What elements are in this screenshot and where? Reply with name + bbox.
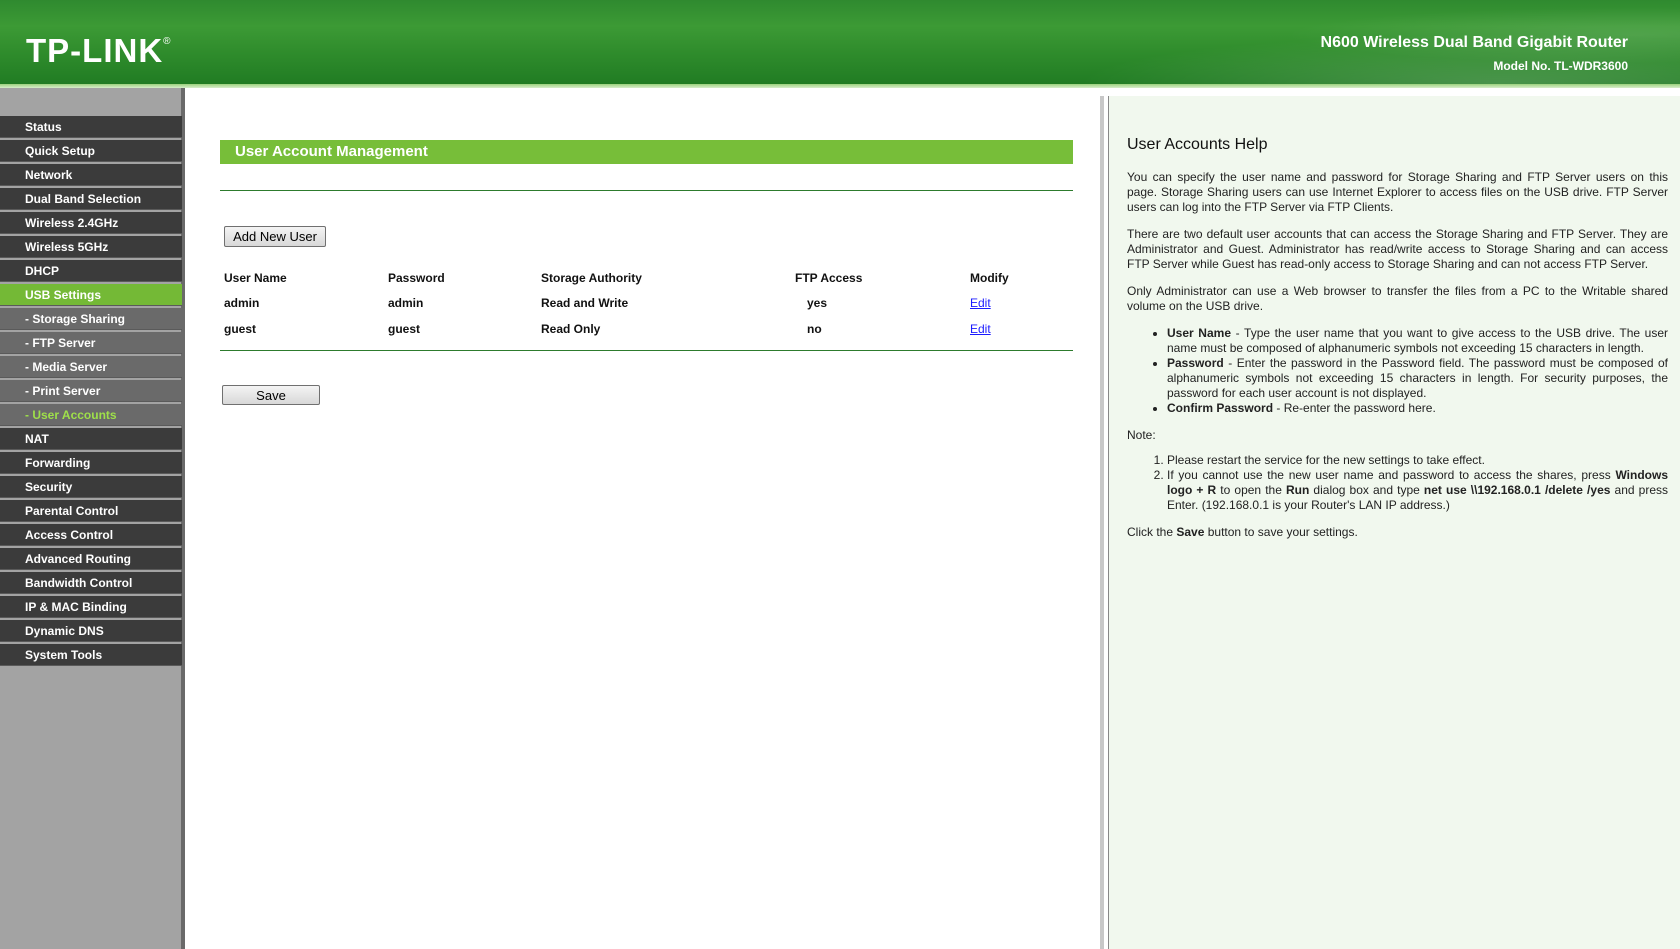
sidebar-item-user-accounts[interactable]: - User Accounts xyxy=(0,404,182,426)
main-content: User Account Management Add New User Use… xyxy=(189,96,1104,949)
table-row: admin admin Read and Write yes Edit xyxy=(224,290,1050,316)
cell-password: guest xyxy=(388,322,421,336)
user-accounts-table: User Name Password Storage Authority FTP… xyxy=(224,266,1050,342)
sidebar-item-usb-settings[interactable]: USB Settings xyxy=(0,284,182,306)
help-note-label: Note: xyxy=(1127,428,1156,442)
cell-user-name: guest xyxy=(224,322,257,336)
sidebar-item-access-control[interactable]: Access Control xyxy=(0,524,182,546)
sidebar-item-storage-sharing[interactable]: - Storage Sharing xyxy=(0,308,182,330)
sidebar-item-quick-setup[interactable]: Quick Setup xyxy=(0,140,182,162)
sidebar-item-bandwidth-control[interactable]: Bandwidth Control xyxy=(0,572,182,594)
page-title: User Account Management xyxy=(220,140,1073,164)
column-header-storage-authority: Storage Authority xyxy=(541,271,642,285)
column-header-modify: Modify xyxy=(970,271,1009,285)
divider-top xyxy=(220,190,1073,191)
help-note-list: Please restart the service for the new s… xyxy=(1127,453,1668,513)
sidebar-item-wireless-5ghz[interactable]: Wireless 5GHz xyxy=(0,236,182,258)
sidebar-item-advanced-routing[interactable]: Advanced Routing xyxy=(0,548,182,570)
help-field-item: User Name - Type the user name that you … xyxy=(1167,326,1668,356)
sidebar-item-forwarding[interactable]: Forwarding xyxy=(0,452,182,474)
cell-user-name: admin xyxy=(224,296,260,310)
sidebar-item-print-server[interactable]: - Print Server xyxy=(0,380,182,402)
header-banner: TP-LINK® N600 Wireless Dual Band Gigabit… xyxy=(0,0,1680,88)
sidebar-item-nat[interactable]: NAT xyxy=(0,428,182,450)
help-note-item: Please restart the service for the new s… xyxy=(1167,453,1668,468)
sidebar-item-ip-mac-binding[interactable]: IP & MAC Binding xyxy=(0,596,182,618)
sidebar-menu: Status Quick Setup Network Dual Band Sel… xyxy=(0,88,185,949)
add-new-user-button[interactable]: Add New User xyxy=(224,226,326,247)
cell-storage-authority: Read and Write xyxy=(541,296,629,310)
help-paragraph: There are two default user accounts that… xyxy=(1127,227,1668,271)
help-field-item: Password - Enter the password in the Pas… xyxy=(1167,356,1668,401)
edit-user-link[interactable]: Edit xyxy=(970,296,991,310)
header-divider xyxy=(0,84,1680,88)
sidebar-item-ftp-server[interactable]: - FTP Server xyxy=(0,332,182,354)
sidebar-item-media-server[interactable]: - Media Server xyxy=(0,356,182,378)
sidebar-item-dhcp[interactable]: DHCP xyxy=(0,260,182,282)
help-field-item: Confirm Password - Re-enter the password… xyxy=(1167,401,1668,416)
sidebar-item-security[interactable]: Security xyxy=(0,476,182,498)
product-name: N600 Wireless Dual Band Gigabit Router xyxy=(1320,34,1628,51)
column-header-password: Password xyxy=(388,271,445,285)
sidebar-item-status[interactable]: Status xyxy=(0,116,182,138)
cell-storage-authority: Read Only xyxy=(541,322,601,336)
table-row: guest guest Read Only no Edit xyxy=(224,316,1050,342)
help-note-item: If you cannot use the new user name and … xyxy=(1167,468,1668,513)
sidebar-item-dynamic-dns[interactable]: Dynamic DNS xyxy=(0,620,182,642)
sidebar-item-dual-band-selection[interactable]: Dual Band Selection xyxy=(0,188,182,210)
cell-modify: Edit xyxy=(970,316,1050,342)
sidebar-item-network[interactable]: Network xyxy=(0,164,182,186)
sidebar-item-parental-control[interactable]: Parental Control xyxy=(0,500,182,522)
cell-ftp-access: yes xyxy=(807,296,828,310)
help-field-list: User Name - Type the user name that you … xyxy=(1127,326,1668,416)
help-paragraph: You can specify the user name and passwo… xyxy=(1127,170,1668,214)
help-title: User Accounts Help xyxy=(1127,136,1268,153)
help-paragraph: Only Administrator can use a Web browser… xyxy=(1127,284,1668,313)
help-panel: User Accounts Help You can specify the u… xyxy=(1108,96,1680,949)
help-save-instruction: Click the Save button to save your setti… xyxy=(1127,525,1358,539)
cell-password: admin xyxy=(388,296,424,310)
divider-bottom xyxy=(220,350,1073,351)
edit-user-link[interactable]: Edit xyxy=(970,322,991,336)
cell-modify: Edit xyxy=(970,290,1050,316)
save-button[interactable]: Save xyxy=(222,385,320,405)
table-header-row: User Name Password Storage Authority FTP… xyxy=(224,266,1050,290)
model-number: Model No. TL-WDR3600 xyxy=(1493,59,1628,73)
sidebar-item-wireless-24ghz[interactable]: Wireless 2.4GHz xyxy=(0,212,182,234)
cell-ftp-access: no xyxy=(807,322,822,336)
sidebar-item-system-tools[interactable]: System Tools xyxy=(0,644,182,666)
column-header-ftp-access: FTP Access xyxy=(795,271,863,285)
tp-link-logo: TP-LINK® xyxy=(26,32,172,69)
column-header-user-name: User Name xyxy=(224,271,287,285)
